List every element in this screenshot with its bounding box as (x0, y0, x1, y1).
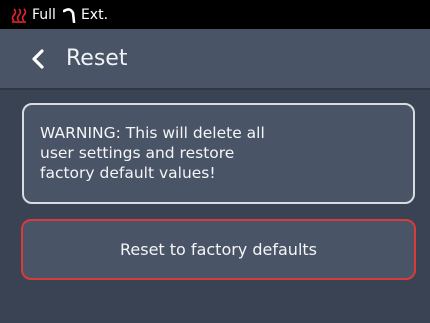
header-bar: Reset (0, 29, 430, 88)
reset-button-label: Reset to factory defaults (120, 240, 317, 259)
mode-label: Full (32, 6, 56, 23)
warning-message: WARNING: This will delete all user setti… (22, 103, 415, 204)
ext-label: Ext. (80, 6, 109, 23)
reset-to-factory-defaults-button[interactable]: Reset to factory defaults (21, 219, 416, 280)
hose-icon (62, 7, 77, 23)
heater-icon (11, 7, 27, 23)
status-bar: Full Ext. (0, 0, 430, 29)
chevron-left-icon[interactable] (30, 48, 46, 70)
header-divider (0, 88, 430, 90)
page-title: Reset (66, 46, 128, 71)
